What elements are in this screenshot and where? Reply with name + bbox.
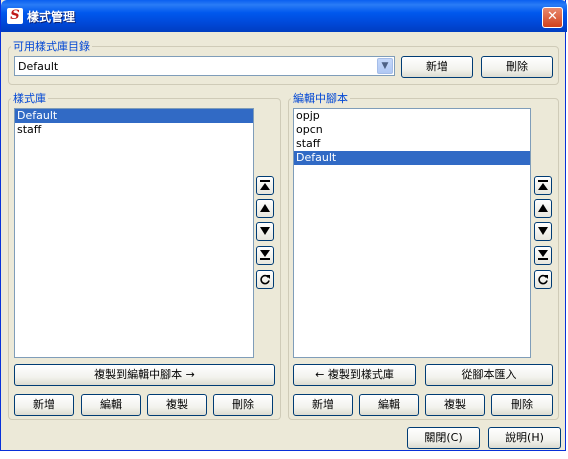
move-top-button[interactable] xyxy=(256,176,274,195)
move-down-icon xyxy=(260,227,270,235)
list-item[interactable]: staff xyxy=(15,123,253,137)
list-item[interactable]: Default xyxy=(15,109,253,123)
move-up-button[interactable] xyxy=(256,199,274,218)
library-new-button[interactable]: 新增 xyxy=(401,56,473,78)
title-bar[interactable]: S 樣式管理 ✕ xyxy=(1,0,567,32)
refresh-button[interactable] xyxy=(256,270,274,289)
style-delete-button[interactable]: 刪除 xyxy=(213,394,273,416)
script-new-button[interactable]: 新增 xyxy=(293,394,353,416)
move-up-button[interactable] xyxy=(534,199,552,218)
move-up-icon xyxy=(260,204,270,212)
style-manager-dialog: S 樣式管理 ✕ 可用樣式庫目錄 Default ▼ 新增 刪除 樣式庫 Def… xyxy=(0,0,567,451)
script-edit-button[interactable]: 編輯 xyxy=(359,394,419,416)
refresh-button[interactable] xyxy=(534,270,552,289)
style-duplicate-button[interactable]: 複製 xyxy=(147,394,207,416)
list-item[interactable]: staff xyxy=(294,137,530,151)
style-library-legend: 樣式庫 xyxy=(13,92,46,105)
refresh-icon xyxy=(260,274,270,285)
list-item[interactable]: opjp xyxy=(294,109,530,123)
move-bottom-icon xyxy=(538,250,548,260)
chevron-down-icon[interactable]: ▼ xyxy=(377,58,393,74)
help-button[interactable]: 說明(H) xyxy=(488,427,561,449)
move-top-icon xyxy=(260,180,270,190)
move-top-button[interactable] xyxy=(534,176,552,195)
style-library-list[interactable]: Default staff xyxy=(14,108,254,358)
list-item[interactable]: Default xyxy=(294,151,530,165)
move-down-button[interactable] xyxy=(534,222,552,241)
style-new-button[interactable]: 新增 xyxy=(14,394,74,416)
move-bottom-icon xyxy=(260,250,270,260)
move-bottom-button[interactable] xyxy=(534,246,552,265)
editing-script-legend: 編輯中腳本 xyxy=(293,92,348,105)
library-catalog-legend: 可用樣式庫目錄 xyxy=(13,40,90,53)
close-button[interactable]: 關閉(C) xyxy=(407,427,480,449)
window-title: 樣式管理 xyxy=(27,10,76,24)
copy-to-script-button[interactable]: 複製到編輯中腳本 → xyxy=(14,364,275,386)
copy-to-library-button[interactable]: ← 複製到樣式庫 xyxy=(293,364,416,386)
script-duplicate-button[interactable]: 複製 xyxy=(425,394,485,416)
move-top-icon xyxy=(538,180,548,190)
library-delete-button[interactable]: 刪除 xyxy=(481,56,553,78)
library-select[interactable]: Default ▼ xyxy=(14,56,395,76)
move-bottom-button[interactable] xyxy=(256,246,274,265)
import-from-script-button[interactable]: 從腳本匯入 xyxy=(425,364,553,386)
close-window-button[interactable]: ✕ xyxy=(542,7,563,28)
editing-script-list[interactable]: opjp opcn staff Default xyxy=(293,108,531,358)
app-logo-icon: S xyxy=(7,8,23,24)
move-up-icon xyxy=(538,204,548,212)
move-down-button[interactable] xyxy=(256,222,274,241)
refresh-icon xyxy=(538,274,548,285)
list-item[interactable]: opcn xyxy=(294,123,530,137)
move-down-icon xyxy=(538,227,548,235)
library-select-value: Default xyxy=(18,60,59,73)
script-delete-button[interactable]: 刪除 xyxy=(491,394,553,416)
style-edit-button[interactable]: 編輯 xyxy=(81,394,141,416)
